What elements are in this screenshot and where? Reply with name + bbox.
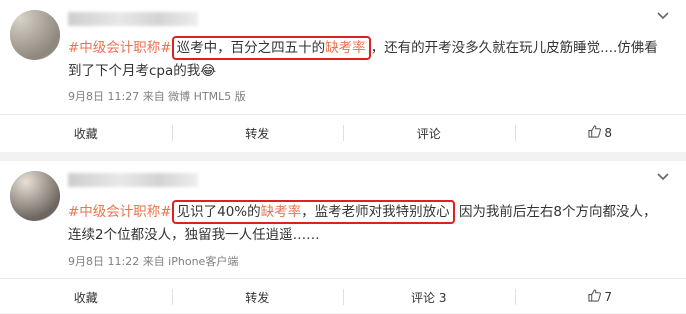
- like-button[interactable]: 7: [515, 280, 686, 314]
- thumbs-up-icon: [588, 125, 601, 141]
- avatar[interactable]: [10, 10, 60, 60]
- highlight-keyword: 缺考率: [325, 40, 366, 56]
- post-meta: 9月8日 11:22 来自 iPhone客户端: [68, 253, 238, 269]
- post-text: #中级会计职称#见识了40%的缺考率，监考老师对我特别放心 因为我前后左右8个方…: [68, 201, 668, 247]
- chevron-down-icon[interactable]: [654, 10, 672, 24]
- highlight-box: 巡考中，百分之四五十的缺考率: [172, 36, 371, 60]
- topic-link[interactable]: #中级会计职称#: [68, 40, 172, 56]
- repost-button[interactable]: 转发: [172, 116, 344, 150]
- favorite-button[interactable]: 收藏: [0, 280, 172, 314]
- like-button[interactable]: 8: [515, 116, 686, 150]
- divider: [0, 114, 686, 115]
- action-bar: 收藏 转发 评论 8: [0, 116, 686, 150]
- favorite-button[interactable]: 收藏: [0, 116, 172, 150]
- highlight-keyword: 缺考率: [261, 204, 302, 220]
- repost-button[interactable]: 转发: [172, 280, 344, 314]
- divider: [0, 278, 686, 279]
- username-blurred[interactable]: [68, 12, 198, 26]
- thumbs-up-icon: [588, 289, 601, 305]
- chevron-down-icon[interactable]: [654, 171, 672, 185]
- topic-link[interactable]: #中级会计职称#: [68, 204, 172, 220]
- comment-button[interactable]: 评论 3: [343, 280, 515, 314]
- post-meta: 9月8日 11:27 来自 微博 HTML5 版: [68, 88, 246, 104]
- action-bar: 收藏 转发 评论 3 7: [0, 280, 686, 314]
- highlight-box: 见识了40%的缺考率，监考老师对我特别放心: [172, 200, 455, 224]
- post-card-1: #中级会计职称#巡考中，百分之四五十的缺考率，还有的开考没多久就在玩儿皮筋睡觉.…: [0, 0, 686, 152]
- post-text: #中级会计职称#巡考中，百分之四五十的缺考率，还有的开考没多久就在玩儿皮筋睡觉.…: [68, 37, 668, 83]
- post-card-2-content: #中级会计职称#见识了40%的缺考率，监考老师对我特别放心 因为我前后左右8个方…: [0, 161, 686, 313]
- comment-button[interactable]: 评论: [343, 116, 515, 150]
- avatar[interactable]: [10, 171, 60, 221]
- username-blurred[interactable]: [68, 173, 198, 187]
